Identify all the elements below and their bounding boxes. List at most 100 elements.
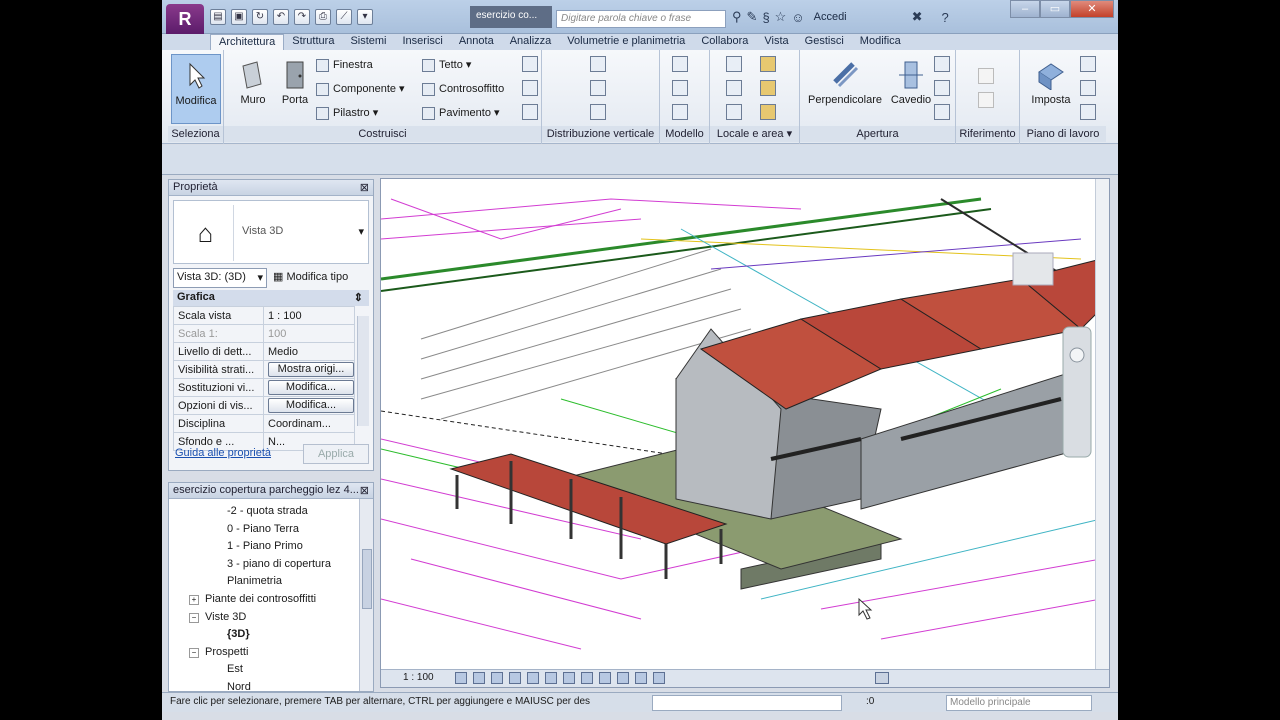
property-button[interactable]: Modifica... [268,398,354,413]
browser-item[interactable]: 1 - Piano Primo [227,538,303,555]
shaft-button[interactable]: Cavedio [886,54,936,124]
property-value[interactable]: 100 [263,324,355,343]
measure-icon[interactable]: ⟋ [336,9,352,25]
properties-scrollbar[interactable] [357,316,369,426]
property-row[interactable]: Visibilità strati... Mostra origi... [173,360,355,379]
property-value[interactable]: Modifica... [263,378,355,397]
hide-isolate-icon[interactable] [599,672,611,684]
favorites-icon[interactable]: ☆ [775,9,787,25]
tab-sistemi[interactable]: Sistemi [342,34,394,50]
horizontal-scroll-thumb[interactable] [875,672,889,684]
render-icon[interactable] [527,672,539,684]
tab-inserisci[interactable]: Inserisci [395,34,451,50]
tab-gestisci[interactable]: Gestisci [797,34,852,50]
property-row[interactable]: Scala 1: 100 [173,324,355,343]
window-button[interactable]: Finestra [316,56,373,74]
apply-button[interactable]: Applica [303,444,369,464]
browser-item[interactable]: -2 - quota strada [227,503,308,520]
property-row[interactable]: Scala vista 1 : 100 [173,306,355,325]
grid-icon[interactable] [978,92,994,108]
help-icon[interactable]: ? [942,10,949,25]
tab-vista[interactable]: Vista [756,34,796,50]
tab-struttura[interactable]: Struttura [284,34,342,50]
area-boundary-icon[interactable] [760,80,776,96]
sun-path-icon[interactable] [491,672,503,684]
column-button[interactable]: Pilastro ▾ [316,104,378,122]
tag-area-icon[interactable] [760,104,776,120]
highlight-icon[interactable] [653,672,665,684]
model-selector[interactable]: Modello principale [946,695,1092,711]
property-row[interactable]: Opzioni di vis... Modifica... [173,396,355,415]
minimize-button[interactable]: – [1010,0,1040,18]
tab-collabora[interactable]: Collabora [693,34,756,50]
search-input[interactable]: Digitare parola chiave o frase [556,10,726,28]
exchange-apps-icon[interactable]: ✖ [912,9,923,25]
model-group-icon[interactable] [672,104,688,120]
maximize-button[interactable]: ▭ [1040,0,1070,18]
tab-analizza[interactable]: Analizza [502,34,560,50]
viewport-scrollbar[interactable] [1095,179,1109,669]
save-icon[interactable]: ▣ [231,9,247,25]
dormer-icon[interactable] [934,104,950,120]
type-selector[interactable]: ⌂ Vista 3D ▾ [173,200,369,264]
navigation-bar[interactable] [1062,326,1092,458]
perpendicular-button[interactable]: Perpendicolare [806,54,884,124]
browser-item[interactable]: Planimetria [227,573,282,590]
3d-viewport[interactable]: 1 : 100 [380,178,1110,688]
room-icon[interactable] [726,56,742,72]
level-icon[interactable] [978,68,994,84]
vertical-opening-icon[interactable] [934,80,950,96]
property-row[interactable]: Sostituzioni vi... Modifica... [173,378,355,397]
exchange-icon[interactable]: § [762,10,769,25]
property-button[interactable]: Modifica... [268,380,354,395]
close-icon[interactable]: ⊠ [360,484,369,497]
tab-architettura[interactable]: Architettura [210,34,285,50]
browser-item[interactable]: Est [227,661,243,678]
scroll-thumb[interactable] [362,549,372,609]
room-separator-icon[interactable] [726,80,742,96]
tab-volumetrie-e-planimetria[interactable]: Volumetrie e planimetria [559,34,693,50]
browser-item[interactable]: 3 - piano di copertura [227,556,331,573]
model-line-icon[interactable] [672,80,688,96]
ramp-icon[interactable] [590,80,606,96]
view-scale[interactable]: 1 : 100 [403,672,434,683]
redo-icon[interactable]: ↷ [294,9,310,25]
edit-type-button[interactable]: ▦ Modifica tipo [273,270,348,283]
user-icon[interactable]: ☺ [791,10,804,25]
property-row[interactable]: Disciplina Coordinam... [173,414,355,433]
component-button[interactable]: Componente ▾ [316,80,405,98]
modify-button[interactable]: Modifica [171,54,221,124]
set-workplane-button[interactable]: Imposta [1026,54,1076,124]
property-value[interactable]: Modifica... [263,396,355,415]
curtain-grid-icon[interactable] [522,80,538,96]
property-row[interactable]: Livello di dett... Medio [173,342,355,361]
visual-style-icon[interactable] [473,672,485,684]
tag-room-icon[interactable] [726,104,742,120]
detail-level-icon[interactable] [455,672,467,684]
status-field[interactable] [652,695,842,711]
mullion-icon[interactable] [522,104,538,120]
close-icon[interactable]: ⊠ [360,181,369,194]
door-button[interactable]: Porta [270,54,320,124]
expand-toggle-icon[interactable]: + [189,595,199,605]
model-text-icon[interactable] [672,56,688,72]
browser-item[interactable]: − Prospetti [189,644,248,661]
binoculars-icon[interactable]: ⚲ [732,9,742,25]
instance-dropdown[interactable]: Vista 3D: (3D) ▾ [173,268,267,288]
browser-item[interactable]: 0 - Piano Terra [227,521,299,538]
ceiling-button[interactable]: Controsoffitto [422,80,504,98]
stair-icon[interactable] [590,104,606,120]
help-link[interactable]: Guida alle proprietà [175,447,271,459]
show-workplane-icon[interactable] [1080,56,1096,72]
undo-icon[interactable]: ↶ [273,9,289,25]
browser-item[interactable]: − Viste 3D [189,609,246,626]
unlock-view-icon[interactable] [581,672,593,684]
browser-item[interactable]: Nord [227,679,251,691]
property-group[interactable]: Grafica ⇕ [173,290,369,306]
tab-annota[interactable]: Annota [451,34,502,50]
sync-icon[interactable]: ↻ [252,9,268,25]
floor-button[interactable]: Pavimento ▾ [422,104,500,122]
browser-item[interactable]: + Piante dei controsoffitti [189,591,316,608]
property-value[interactable]: 1 : 100 [263,306,355,325]
open-icon[interactable]: ▤ [210,9,226,25]
